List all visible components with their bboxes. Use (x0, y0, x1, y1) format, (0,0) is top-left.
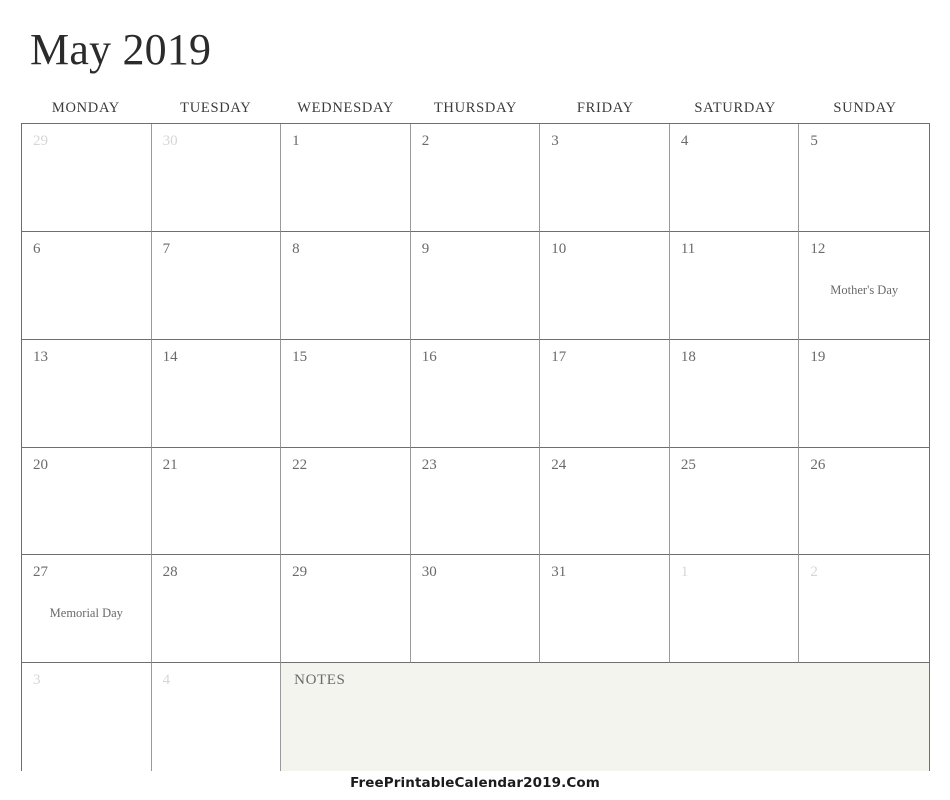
day-cell[interactable]: 28 (151, 555, 282, 664)
day-cell[interactable]: 29 (281, 555, 411, 664)
day-cell[interactable]: 26 (799, 447, 929, 556)
day-number: 2 (810, 564, 818, 581)
day-cell[interactable]: 4 (151, 663, 282, 771)
day-cell[interactable]: 2 (410, 124, 541, 232)
day-cell[interactable]: 24 (540, 447, 670, 556)
notes-label: NOTES (294, 672, 346, 689)
day-cell[interactable]: 11 (669, 231, 800, 340)
day-number: 13 (33, 348, 48, 365)
day-number: 28 (162, 564, 178, 581)
day-cell[interactable]: 19 (799, 339, 929, 448)
day-number: 6 (33, 240, 41, 257)
day-number: 24 (551, 456, 567, 473)
day-number: 8 (292, 240, 300, 257)
day-number: 1 (680, 564, 689, 581)
day-number: 25 (680, 456, 696, 473)
day-cell[interactable]: 3 (540, 124, 670, 232)
day-number: 3 (33, 672, 41, 689)
day-cell[interactable]: 13 (22, 339, 152, 448)
day-number: 17 (551, 348, 567, 365)
day-cell[interactable]: 6 (22, 231, 152, 340)
day-cell[interactable]: 18 (669, 339, 800, 448)
calendar-grid: 29 30 1 2 3 4 5 6 7 8 9 10 11 12 Mother's Day 13 14 15 16 1… (21, 123, 930, 771)
day-number: 23 (421, 456, 437, 473)
weekday-header-row: MONDAY TUESDAY WEDNESDAY THURSDAY FRIDAY SATU… (21, 96, 930, 120)
day-number: 11 (680, 240, 696, 257)
day-number: 27 (33, 564, 48, 581)
day-cell[interactable]: 15 (281, 339, 411, 448)
day-cell[interactable]: 22 (281, 447, 411, 556)
day-cell[interactable]: 3 (22, 663, 152, 771)
day-number: 14 (162, 348, 178, 365)
day-number: 5 (810, 133, 818, 149)
day-cell[interactable]: 17 (540, 339, 670, 448)
day-cell[interactable]: 14 (151, 339, 282, 448)
day-number: 16 (421, 348, 437, 365)
day-cell[interactable]: 1 (281, 124, 411, 232)
day-number: 30 (421, 564, 437, 581)
day-cell[interactable]: 27 Memorial Day (22, 555, 152, 664)
day-event-label: Memorial Day (49, 606, 123, 621)
day-cell[interactable]: 10 (540, 231, 670, 340)
day-number: 20 (33, 456, 48, 473)
day-number: 12 (810, 240, 826, 257)
day-cell[interactable]: 2 (799, 555, 929, 664)
day-cell[interactable]: 9 (410, 231, 541, 340)
day-number: 18 (680, 348, 696, 365)
notes-section[interactable]: NOTES (281, 663, 929, 771)
day-cell[interactable]: 5 (799, 124, 929, 232)
day-cell[interactable]: 30 (410, 555, 541, 664)
day-number: 22 (292, 456, 308, 473)
day-cell[interactable]: 23 (410, 447, 541, 556)
weekday-header-wednesday: WEDNESDAY (297, 99, 395, 116)
day-cell[interactable]: 29 (22, 124, 152, 232)
day-cell[interactable]: 20 (22, 447, 152, 556)
weekday-header-saturday: SATURDAY (694, 99, 777, 116)
day-number: 29 (33, 133, 48, 149)
footer-credit: FreePrintableCalendar2019.Com (350, 775, 600, 791)
day-number: 26 (810, 456, 826, 473)
weekday-header-tuesday: TUESDAY (180, 99, 252, 116)
weekday-header-thursday: THURSDAY (433, 99, 518, 116)
day-number: 10 (551, 240, 567, 257)
day-number: 15 (292, 348, 308, 365)
day-cell[interactable]: 21 (151, 447, 282, 556)
page-title: May 2019 (30, 25, 212, 74)
day-number: 3 (551, 133, 559, 149)
day-number: 31 (551, 564, 567, 581)
day-number: 2 (421, 133, 430, 149)
weekday-header-friday: FRIDAY (576, 99, 634, 116)
calendar-page: May 2019 MONDAY TUESDAY WEDNESDAY THURSDAY F… (0, 0, 950, 800)
day-cell[interactable]: 1 (669, 555, 800, 664)
day-cell[interactable]: 16 (410, 339, 541, 448)
day-cell[interactable]: 25 (669, 447, 800, 556)
day-number: 1 (292, 133, 300, 149)
day-number: 4 (680, 133, 689, 149)
day-number: 29 (292, 564, 308, 581)
day-number: 30 (162, 133, 178, 149)
day-cell[interactable]: 12 Mother's Day (799, 231, 929, 340)
day-number: 4 (162, 672, 171, 689)
day-cell[interactable]: 31 (540, 555, 670, 664)
weekday-header-sunday: SUNDAY (833, 99, 897, 116)
day-number: 7 (162, 240, 171, 257)
day-cell[interactable]: 8 (281, 231, 411, 340)
day-number: 19 (810, 348, 826, 365)
day-cell[interactable]: 30 (151, 124, 282, 232)
day-event-label: Mother's Day (830, 282, 899, 297)
day-cell[interactable]: 4 (669, 124, 800, 232)
day-number: 21 (162, 456, 178, 473)
day-cell[interactable]: 7 (151, 231, 282, 340)
day-number: 9 (421, 240, 430, 257)
weekday-header-monday: MONDAY (51, 99, 120, 116)
